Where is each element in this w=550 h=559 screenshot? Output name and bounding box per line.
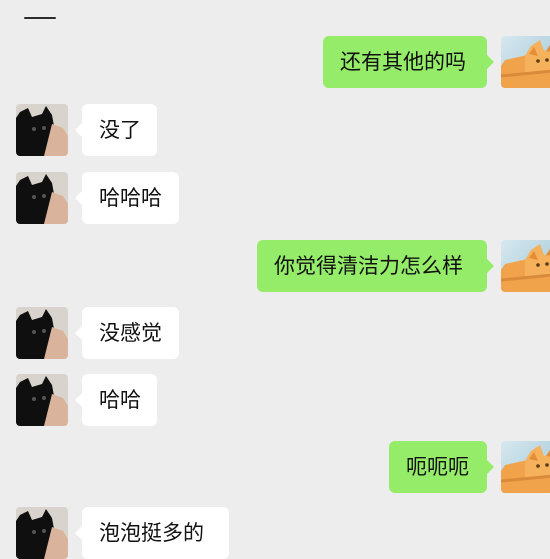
orange-cat-icon xyxy=(501,240,550,292)
black-cat-icon xyxy=(16,172,68,224)
black-cat-avatar[interactable] xyxy=(16,307,68,359)
black-cat-icon xyxy=(16,507,68,559)
black-cat-icon xyxy=(16,104,68,156)
top-fragment xyxy=(24,17,56,19)
orange-cat-avatar[interactable] xyxy=(501,36,550,88)
message-bubble-outgoing[interactable]: 你觉得清洁力怎么样 xyxy=(257,240,494,292)
message-bubble-outgoing[interactable]: 呃呃呃 xyxy=(389,441,494,493)
chat-screen: 还有其他的吗 没了 哈哈哈 你觉得清洁力怎么样 没感觉 哈哈 呃呃呃 泡泡挺多的 xyxy=(0,0,550,559)
black-cat-avatar[interactable] xyxy=(16,507,68,559)
black-cat-icon xyxy=(16,374,68,426)
orange-cat-avatar[interactable] xyxy=(501,240,550,292)
black-cat-avatar[interactable] xyxy=(16,374,68,426)
black-cat-avatar[interactable] xyxy=(16,104,68,156)
orange-cat-avatar[interactable] xyxy=(501,441,550,493)
message-bubble-incoming[interactable]: 没感觉 xyxy=(75,307,179,359)
message-bubble-incoming[interactable]: 哈哈哈 xyxy=(75,172,179,224)
message-bubble-incoming[interactable]: 哈哈 xyxy=(75,374,157,426)
black-cat-icon xyxy=(16,307,68,359)
message-bubble-incoming[interactable]: 没了 xyxy=(75,104,157,156)
message-bubble-incoming[interactable]: 泡泡挺多的 xyxy=(75,507,229,559)
black-cat-avatar[interactable] xyxy=(16,172,68,224)
orange-cat-icon xyxy=(501,441,550,493)
orange-cat-icon xyxy=(501,36,550,88)
message-bubble-outgoing[interactable]: 还有其他的吗 xyxy=(323,36,494,88)
